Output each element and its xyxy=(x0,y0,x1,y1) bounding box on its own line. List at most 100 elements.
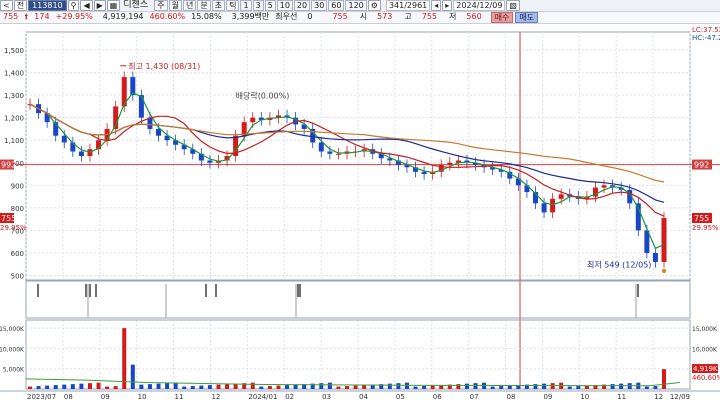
volume-bar xyxy=(165,383,170,389)
chart-background xyxy=(0,24,720,404)
volume-bar xyxy=(404,382,409,389)
date-tick-label: 03 xyxy=(322,393,331,401)
period-3[interactable]: 3 xyxy=(252,0,264,11)
volume-bar xyxy=(105,386,110,389)
volume-bar xyxy=(413,386,418,389)
price-change: 174 xyxy=(34,12,50,21)
volume-bar xyxy=(567,386,572,389)
volume-bar xyxy=(276,385,281,389)
volume-bar xyxy=(250,382,255,389)
price-chart[interactable]: 1,5001,4001,3001,2001,1001,0009008007006… xyxy=(0,24,720,404)
period-년[interactable]: 년 xyxy=(182,0,197,11)
volume-bar xyxy=(490,386,495,389)
candle-body xyxy=(147,117,153,129)
volume-tick-label: 10,000K xyxy=(0,346,25,353)
chevron-left-icon[interactable]: ◂ xyxy=(431,0,442,11)
volume-bar xyxy=(387,383,392,389)
volume-bar xyxy=(662,369,666,389)
period-초[interactable]: 초 xyxy=(211,0,226,11)
period-5[interactable]: 5 xyxy=(264,0,276,11)
candle-body xyxy=(447,162,453,166)
current-price-label-left: 755 xyxy=(1,214,16,223)
period-10[interactable]: 10 xyxy=(276,0,293,11)
date-tick-label: 2023/07 xyxy=(27,393,56,401)
date-tick-label: 09 xyxy=(101,393,110,401)
volume-bar xyxy=(53,385,58,389)
settings-icon[interactable]: ⚙ xyxy=(367,0,381,11)
back-button[interactable]: < xyxy=(0,0,13,11)
price-tick-label: 1,500 xyxy=(4,47,24,55)
date-tick-label: 12 xyxy=(211,393,220,401)
up-arrow-icon: 🠙 xyxy=(24,12,29,21)
reference-line-text-left: 992 xyxy=(1,161,16,170)
price-tick-label: 1,400 xyxy=(4,70,24,78)
candle-body xyxy=(78,151,84,156)
buy-button[interactable]: 매수 xyxy=(490,12,514,23)
candle-body xyxy=(327,151,333,154)
period-120[interactable]: 120 xyxy=(345,0,367,11)
volume-bar xyxy=(319,383,324,389)
period-분[interactable]: 분 xyxy=(197,0,211,11)
volume-bar xyxy=(396,383,401,389)
chart-date-input[interactable]: 2024/12/09 xyxy=(453,0,506,11)
period-주[interactable]: 주 xyxy=(154,0,168,11)
candle-body xyxy=(421,171,427,175)
period-월[interactable]: 월 xyxy=(168,0,182,11)
period-20[interactable]: 20 xyxy=(293,0,311,11)
date-tick-label: 05 xyxy=(396,393,405,401)
volume-bar xyxy=(79,383,84,389)
volume-bar xyxy=(87,383,92,389)
volume-bar xyxy=(156,383,161,389)
period-selector: 주 월 년 분 초 틱 1 3 5 10 20 30 60 120 xyxy=(154,0,368,11)
annotation-dividend: 배당락(0.00%) xyxy=(236,91,290,101)
volume-bar xyxy=(499,386,504,389)
stock-code-input[interactable]: 113810 xyxy=(28,0,67,11)
period-60[interactable]: 60 xyxy=(328,0,345,11)
quote-bar: 755 🠙 174 +29.95% 4,919,194 460.60% 15.0… xyxy=(0,12,720,24)
current-price-label: 755 xyxy=(694,214,709,223)
chart-type-icon[interactable]: ▦ xyxy=(106,0,121,11)
calendar-icon[interactable]: ▧ xyxy=(506,0,520,11)
current-pct-label-left: 29.95% xyxy=(0,224,27,232)
volume-bar xyxy=(45,385,50,389)
price-tick-label: 1,300 xyxy=(4,92,24,100)
volume-bar xyxy=(456,384,461,389)
close-value: 560 xyxy=(466,12,482,21)
date-tick-label: 2024/01 xyxy=(248,393,277,401)
date-tick-label: 11 xyxy=(175,393,184,401)
volume-bar xyxy=(139,384,144,389)
candle-body xyxy=(652,252,658,262)
high-value: 573 xyxy=(377,12,393,21)
volume-current-pct: 460.60% xyxy=(692,374,720,382)
date-tick-label: 09 xyxy=(543,393,552,401)
volume-bar xyxy=(464,383,469,389)
period-30[interactable]: 30 xyxy=(311,0,328,11)
volume-bar xyxy=(345,386,349,389)
lc-value: LC:37.52 xyxy=(692,26,720,34)
price-tick-label: 1,100 xyxy=(4,137,24,145)
volume-bar xyxy=(113,386,118,389)
volume-bar xyxy=(473,383,478,389)
data-count-display: 341/2961 xyxy=(385,0,431,11)
volume-bar xyxy=(173,382,178,389)
volume: 4,919,194 xyxy=(102,12,144,21)
sell-button[interactable]: 매도 xyxy=(515,12,539,23)
chevron-right-icon[interactable]: ▸ xyxy=(442,0,453,11)
volume-bar xyxy=(207,385,212,389)
volume-bar xyxy=(285,385,290,389)
period-틱[interactable]: 틱 xyxy=(226,0,240,11)
prev-stock-icon[interactable]: ◀ xyxy=(80,0,93,11)
search-icon[interactable]: ⚲ xyxy=(67,0,80,11)
volume-bar xyxy=(122,328,127,389)
low-value: 755 xyxy=(421,12,438,21)
next-stock-icon[interactable]: ▶ xyxy=(93,0,106,11)
volume-bar xyxy=(644,386,649,389)
date-tick-label: 08 xyxy=(64,393,73,401)
volume-current-label: 4,919K xyxy=(693,365,718,373)
mode-selector[interactable]: 전 xyxy=(13,0,28,11)
period-1[interactable]: 1 xyxy=(240,0,252,11)
volume-bar xyxy=(327,382,332,389)
volume-tick-label-right: 10,000K xyxy=(692,346,718,353)
date-tick-label: 04 xyxy=(359,393,368,401)
volume-tick-label: 15,000K xyxy=(0,326,25,333)
